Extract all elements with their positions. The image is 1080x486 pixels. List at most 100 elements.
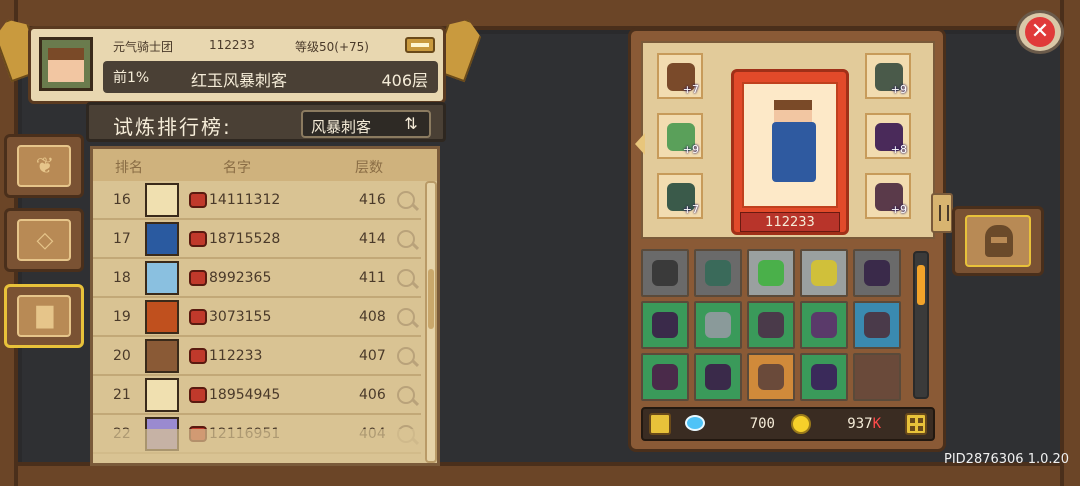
view-player-icon[interactable]	[397, 269, 415, 287]
view-player-icon[interactable]	[397, 308, 415, 326]
right-equip-slot[interactable]: +9	[865, 53, 911, 99]
leaderboard-scrollbar[interactable]	[425, 181, 437, 463]
inventory-slot[interactable]	[694, 249, 742, 297]
table-header: 排名 名字 层数	[93, 149, 437, 181]
gem-count: 700	[749, 416, 775, 432]
hero-select-button[interactable]: 风暴刺客 ⇅	[301, 110, 431, 138]
row-rank: 20	[113, 348, 131, 364]
helmet-tab-button[interactable]	[952, 206, 1044, 276]
inventory-slot[interactable]	[800, 249, 848, 297]
table-row[interactable]: 19 3073155 408	[93, 298, 421, 337]
right-equip-slot[interactable]: +8	[865, 113, 911, 159]
helmet-tab-inner	[965, 215, 1031, 267]
row-badge-icon	[189, 387, 207, 403]
view-player-icon[interactable]	[397, 230, 415, 248]
helmet-icon	[985, 225, 1013, 257]
view-player-icon[interactable]	[397, 347, 415, 365]
version-label: PID2876306 1.0.20	[944, 452, 1070, 467]
row-floors: 406	[359, 387, 386, 403]
inventory-slot[interactable]	[853, 301, 901, 349]
row-name: 18954945	[209, 387, 281, 403]
row-avatar	[145, 222, 179, 256]
row-avatar	[145, 300, 179, 334]
inventory-slot[interactable]	[694, 301, 742, 349]
hero-id-label: 112233	[740, 212, 840, 232]
table-row[interactable]: 18 8992365 411	[93, 259, 421, 298]
podium-icon: ▇	[36, 304, 54, 329]
tab-leaderboard[interactable]: ▇	[4, 284, 84, 348]
gem-icon	[685, 415, 705, 431]
coin-count: 937K	[847, 416, 881, 432]
goggles-icon	[652, 260, 678, 286]
row-name: 112233	[209, 348, 263, 364]
inventory-slot[interactable]	[747, 249, 795, 297]
coin-suffix: K	[872, 416, 881, 432]
grid-view-button[interactable]	[905, 413, 927, 435]
table-row[interactable]: 20 112233 407	[93, 337, 421, 376]
tab-diamond[interactable]: ◇	[4, 208, 84, 272]
floors-reached: 406层	[381, 71, 428, 90]
table-row[interactable]: 16 14111312 416	[93, 181, 421, 220]
row-rank: 21	[113, 387, 131, 403]
green-potion-icon	[758, 260, 784, 286]
equip-level: +7	[682, 83, 699, 96]
view-player-icon[interactable]	[397, 386, 415, 404]
tab-diamond-inner: ◇	[17, 219, 71, 261]
lock-button[interactable]	[649, 413, 671, 435]
table-fade-overlay	[93, 429, 423, 463]
row-avatar	[145, 183, 179, 217]
column-floors: 层数	[355, 160, 383, 176]
inventory-slot[interactable]	[641, 249, 689, 297]
inventory-slot[interactable]	[853, 353, 901, 401]
inventory-slot[interactable]	[853, 249, 901, 297]
hood-icon	[811, 312, 837, 338]
coin-icon	[791, 414, 811, 434]
row-avatar	[145, 339, 179, 373]
guild-name: 元气骑士团	[113, 40, 174, 54]
row-badge-icon	[189, 348, 207, 364]
hero-name: 红玉风暴刺客	[191, 71, 288, 90]
pause-side-button[interactable]	[931, 193, 953, 233]
table-row[interactable]: 21 18954945 406	[93, 376, 421, 415]
tab-feather-inner: ❦	[17, 145, 71, 187]
row-name: 3073155	[209, 309, 272, 325]
inventory-slot[interactable]	[694, 353, 742, 401]
currency-bar: 700 937K	[641, 407, 935, 441]
view-player-icon[interactable]	[397, 191, 415, 209]
player-info-row: 元气骑士团 112233 等级50(+75)	[103, 35, 438, 55]
player-rank-header: 元气骑士团 112233 等级50(+75) 前1% 红玉风暴刺客 406层	[28, 26, 446, 104]
row-name: 8992365	[209, 270, 272, 286]
leaderboard-scroll-thumb[interactable]	[428, 269, 434, 329]
row-avatar	[145, 378, 179, 412]
row-rank: 17	[113, 231, 131, 247]
armor-icon	[864, 312, 890, 338]
inventory-slot[interactable]	[641, 353, 689, 401]
helmet-icon	[705, 260, 731, 286]
inventory-scrollbar[interactable]	[913, 251, 929, 399]
tab-leaderboard-inner: ▇	[17, 295, 71, 337]
hero-portrait-inner	[742, 82, 838, 208]
inventory-scroll-thumb[interactable]	[917, 265, 925, 305]
wood-frame-right	[1060, 0, 1080, 486]
inventory-slot[interactable]	[747, 353, 795, 401]
inventory-slot[interactable]	[747, 301, 795, 349]
table-row[interactable]: 17 18715528 414	[93, 220, 421, 259]
left-equip-slot[interactable]: +7	[657, 53, 703, 99]
inventory-slot[interactable]	[641, 301, 689, 349]
row-avatar	[145, 261, 179, 295]
armor-icon	[864, 260, 890, 286]
left-equip-slot[interactable]: +7	[657, 173, 703, 219]
inventory-slot[interactable]	[800, 353, 848, 401]
boots-icon	[705, 364, 731, 390]
row-rank: 16	[113, 192, 131, 208]
tab-feather[interactable]: ❦	[4, 134, 84, 198]
left-equip-slot[interactable]: +9	[657, 113, 703, 159]
player-card-icon[interactable]	[405, 37, 435, 53]
character-equipment: +7 +9 +7 +9 +8 +9 112233	[635, 41, 953, 239]
inventory-slot[interactable]	[800, 301, 848, 349]
ranking-title-bar: 试炼排行榜: 风暴刺客 ⇅	[86, 102, 446, 142]
row-floors: 416	[359, 192, 386, 208]
right-equip-slot[interactable]: +9	[865, 173, 911, 219]
ranking-title: 试炼排行榜:	[113, 115, 232, 139]
close-button[interactable]: ✕	[1016, 10, 1064, 54]
